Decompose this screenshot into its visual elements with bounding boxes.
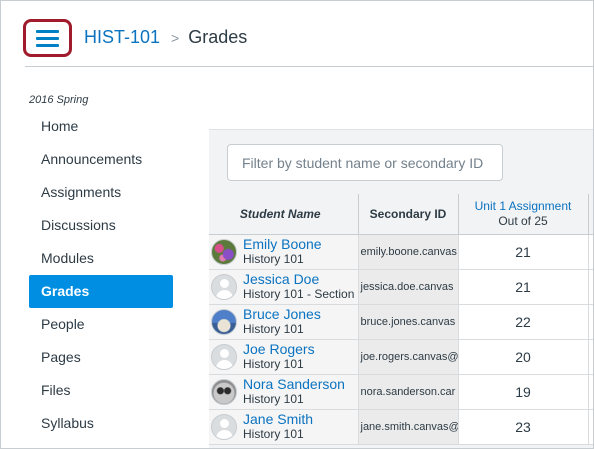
grade-cell[interactable]: 21 [458,234,589,270]
student-cell: Bruce Jones History 101 [209,304,359,340]
secondary-id-cell: jessica.doe.canvas [358,269,459,305]
student-section: History 101 [243,321,304,336]
secondary-id-cell: bruce.jones.canvas [358,304,459,340]
sidebar-item-assignments[interactable]: Assignments [29,176,173,209]
secondary-id-cell: joe.rogers.canvas@ [358,339,459,375]
secondary-id-cell: emily.boone.canvas [358,234,459,270]
sidebar-item-modules[interactable]: Modules [29,242,173,275]
header-divider [25,66,593,67]
filler-cell [588,234,593,270]
student-cell: Emily Boone History 101 [209,234,359,270]
table-row: Bruce Jones History 101 bruce.jones.canv… [209,304,593,340]
secondary-id-cell: nora.sanderson.car [358,374,459,410]
sidebar-item-home[interactable]: Home [29,110,173,143]
student-section: History 101 [243,426,304,441]
gradebook-panel: Student Name Secondary ID Unit 1 Assignm… [209,129,593,448]
table-row: Emily Boone History 101 emily.boone.canv… [209,234,593,270]
assignment-title-link[interactable]: Unit 1 Assignment [459,199,588,214]
grade-cell[interactable]: 20 [458,339,589,375]
table-row: Jane Smith History 101 jane.smith.canvas… [209,409,593,445]
sidebar-item-announcements[interactable]: Announcements [29,143,173,176]
assignment-points-possible: Out of 25 [498,213,548,228]
sky-photo-avatar [211,308,237,335]
column-header-filler [588,194,593,235]
sidebar-item-files[interactable]: Files [29,374,173,407]
column-header-student-name[interactable]: Student Name [209,194,359,235]
secondary-id-cell: jane.smith.canvas@ [358,409,459,445]
breadcrumb-current-page: Grades [188,27,248,47]
student-cell: Nora Sanderson History 101 [209,374,359,410]
canvas-window: HIST-101 > Grades 2016 Spring Home Annou… [0,0,594,449]
hamburger-menu-button[interactable] [23,19,72,57]
default-user-avatar [211,413,237,440]
student-name-link[interactable]: Jane Smith [243,411,313,427]
default-user-avatar [211,273,237,300]
student-section: History 101 [243,356,304,371]
student-section: History 101 - Section [243,286,355,301]
breadcrumb: HIST-101 > Grades [84,27,247,48]
grade-cell[interactable]: 23 [458,409,589,445]
filler-cell [588,374,593,410]
table-row: Jessica Doe History 101 - Section jessic… [209,269,593,305]
table-row: Joe Rogers History 101 joe.rogers.canvas… [209,339,593,375]
sidebar-item-syllabus[interactable]: Syllabus [29,407,173,440]
hamburger-icon [36,29,59,47]
filler-cell [588,269,593,305]
student-filter-input[interactable] [227,144,503,181]
student-section: History 101 [243,391,304,406]
raccoon-photo-avatar [211,378,237,405]
student-name-link[interactable]: Emily Boone [243,236,322,252]
student-name-link[interactable]: Bruce Jones [243,306,321,322]
grade-cell[interactable]: 22 [458,304,589,340]
student-cell: Jane Smith History 101 [209,409,359,445]
breadcrumb-separator: > [171,29,180,46]
student-name-link[interactable]: Joe Rogers [243,341,315,357]
student-cell: Jessica Doe History 101 - Section [209,269,359,305]
default-user-avatar [211,343,237,370]
sidebar-item-people[interactable]: People [29,308,173,341]
sidebar-item-grades[interactable]: Grades [29,275,173,308]
student-section: History 101 [243,251,304,266]
flower-photo-avatar [211,238,237,265]
breadcrumb-course-link[interactable]: HIST-101 [84,27,160,48]
term-label: 2016 Spring [29,94,89,106]
column-header-secondary-id[interactable]: Secondary ID [358,194,459,235]
column-header-unit-1-assignment[interactable]: Unit 1 Assignment Out of 25 [458,194,589,235]
student-cell: Joe Rogers History 101 [209,339,359,375]
grade-cell[interactable]: 19 [458,374,589,410]
student-name-link[interactable]: Jessica Doe [243,271,354,287]
sidebar-item-discussions[interactable]: Discussions [29,209,173,242]
table-row: Nora Sanderson History 101 nora.sanderso… [209,374,593,410]
grade-cell[interactable]: 21 [458,269,589,305]
student-name-link[interactable]: Nora Sanderson [243,376,345,392]
course-navigation: Home Announcements Assignments Discussio… [29,110,173,440]
gradebook-grid: Student Name Secondary ID Unit 1 Assignm… [209,194,593,445]
filler-cell [588,339,593,375]
sidebar-item-pages[interactable]: Pages [29,341,173,374]
filler-cell [588,304,593,340]
filler-cell [588,409,593,445]
